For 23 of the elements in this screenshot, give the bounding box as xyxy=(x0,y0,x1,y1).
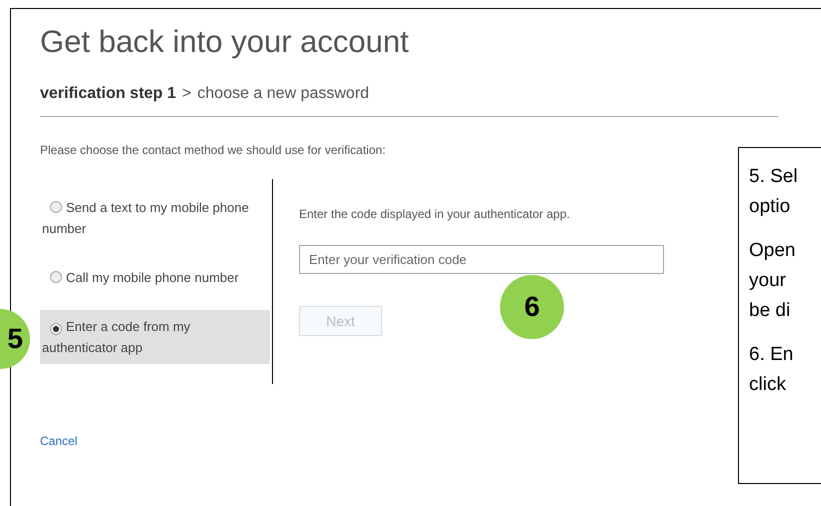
verification-code-field[interactable]: Enter your verification code xyxy=(299,245,664,274)
radio-button[interactable] xyxy=(50,271,62,283)
callout-text: your xyxy=(749,269,786,293)
callout-text: 5. Sel xyxy=(749,165,798,189)
page-title: Get back into your account xyxy=(40,23,409,61)
current-step: verification step 1 xyxy=(40,82,176,106)
radio-button[interactable] xyxy=(50,323,62,335)
callout-text: 6. En xyxy=(749,343,794,367)
contact-option[interactable]: Send a text to my mobile phone number xyxy=(40,191,270,245)
callout-text: click xyxy=(749,373,786,397)
contact-option[interactable]: Call my mobile phone number xyxy=(40,261,270,294)
step-separator: > xyxy=(182,84,192,104)
next-step: choose a new password xyxy=(197,82,370,106)
contact-option[interactable]: Enter a code from my authenticator app xyxy=(40,310,270,364)
callout-text: be di xyxy=(749,299,790,323)
contact-prompt: Please choose the contact method we should use for verification: xyxy=(40,142,386,159)
radio-button[interactable] xyxy=(50,201,62,213)
step-marker: 5 xyxy=(0,309,30,369)
callout-text: optio xyxy=(749,195,790,219)
cancel-link[interactable]: Cancel xyxy=(40,432,78,450)
step-marker: 6 xyxy=(500,275,564,339)
code-instruction: Enter the code displayed in your authenticator app. xyxy=(299,206,570,223)
callout-text: Open xyxy=(749,239,796,263)
